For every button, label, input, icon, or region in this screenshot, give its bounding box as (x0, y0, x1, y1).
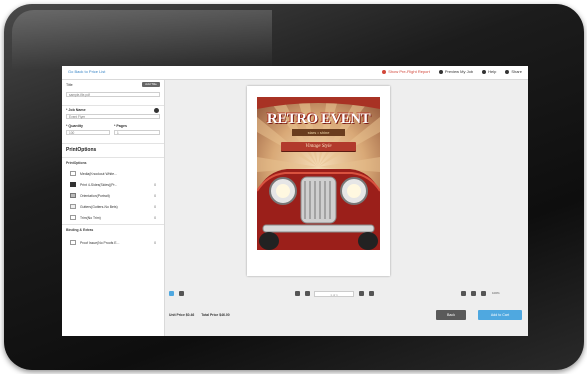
pages-label: * Pages (114, 124, 127, 128)
divider (62, 157, 164, 158)
top-links: Show Pre-Flight Report Preview My Job He… (382, 69, 522, 74)
poster-title: RETRO EVENT (266, 111, 371, 127)
total-price: Total Price $46.00 (201, 313, 230, 317)
divider (62, 224, 164, 225)
binding-subheader: Binding & Extras (66, 228, 94, 232)
help-icon (482, 69, 487, 74)
tablet-screen: Go Back to Price List Show Pre-Flight Re… (62, 66, 528, 336)
banner-text: Vintage Style (305, 144, 332, 149)
price-summary: Unit Price $0.46 Total Price $46.00 (169, 313, 236, 317)
printoptions-header: PrintOptions (66, 147, 97, 153)
add-to-cart-button[interactable]: Add to Cart (478, 310, 522, 320)
canvas-toolbar: 1 of 1 100% (165, 290, 528, 300)
share-icon (505, 69, 510, 74)
file-name-field[interactable]: sample-file.pdf (66, 92, 160, 97)
info-icon (154, 108, 159, 113)
footer-bar: Unit Price $0.46 Total Price $46.00 Back… (165, 306, 528, 336)
title-section: Title Add Title sample-file.pdf (62, 80, 164, 106)
top-bar: Go Back to Price List Show Pre-Flight Re… (62, 66, 528, 80)
share-link[interactable]: Share (505, 69, 522, 74)
search-icon (438, 69, 443, 74)
option-row-proof[interactable]: Proof Issue(No Proofs E... 0 (70, 238, 160, 247)
preview-job-link[interactable]: Preview My Job (438, 69, 473, 74)
page-indicator[interactable]: 1 of 1 (314, 291, 354, 297)
option-label: Proof Issue(No Proofs E... (80, 240, 120, 245)
tablet-glare (12, 10, 272, 70)
trim-icon (70, 215, 76, 220)
job-section: * Job Name Event Flyer * Quantity * Page… (62, 105, 164, 144)
job-name-label: * Job Name (66, 108, 86, 112)
option-row-orientation[interactable]: Orientation(Portrait) 0 (70, 191, 160, 200)
option-count: 0 (154, 204, 156, 209)
orientation-icon (70, 193, 76, 198)
last-page-icon[interactable] (369, 291, 374, 296)
title-label: Title (66, 83, 73, 87)
option-count: 0 (154, 215, 156, 220)
option-label: Trim(No Trim) (80, 215, 101, 220)
preview-canvas: RETRO EVENT stars • shine Vintage Style (165, 80, 528, 336)
vintage-car-illustration (257, 169, 380, 250)
spread-view-icon[interactable] (179, 291, 184, 296)
pages-field[interactable]: 1 (114, 130, 160, 135)
document-page: RETRO EVENT stars • shine Vintage Style (247, 86, 390, 276)
option-label: Print 4-Sides(Sides)(Pr... (80, 182, 118, 187)
single-page-view-icon[interactable] (169, 291, 174, 296)
option-count: 0 (154, 182, 156, 187)
option-count: 0 (154, 240, 156, 245)
media-thumbnail (70, 171, 76, 176)
quantity-label: * Quantity (66, 124, 83, 128)
back-link[interactable]: Go Back to Price List (68, 69, 105, 74)
warning-icon (382, 69, 387, 74)
first-page-icon[interactable] (295, 291, 300, 296)
next-page-icon[interactable] (359, 291, 364, 296)
prev-page-icon[interactable] (305, 291, 310, 296)
option-row-gutters[interactable]: Gutters(Gutters-No Bets) 0 (70, 202, 160, 211)
option-label: Media(Knockout White... (80, 171, 117, 176)
sides-icon (70, 182, 76, 187)
back-button[interactable]: Back (436, 310, 466, 320)
option-label: Orientation(Portrait) (80, 193, 110, 198)
option-count: 0 (154, 193, 156, 198)
ribbon-text: stars • shine (307, 130, 330, 135)
zoom-level: 100% (492, 291, 500, 295)
job-name-field[interactable]: Event Flyer (66, 114, 160, 119)
option-row-trim[interactable]: Trim(No Trim) 0 (70, 213, 160, 222)
option-label: Gutters(Gutters-No Bets) (80, 204, 118, 209)
event-poster: RETRO EVENT stars • shine Vintage Style (257, 97, 380, 250)
add-title-button[interactable]: Add Title (142, 82, 160, 87)
gutters-icon (70, 204, 76, 209)
help-link[interactable]: Help (482, 69, 496, 74)
option-row-media[interactable]: Media(Knockout White... (70, 169, 160, 178)
unit-price: Unit Price $0.46 (169, 313, 195, 317)
proof-icon (70, 240, 76, 245)
quantity-field[interactable]: 100 (66, 130, 110, 135)
printoptions-subheader: PrintOptions (66, 161, 87, 165)
fit-page-icon[interactable] (481, 291, 486, 296)
poster-ribbon: stars • shine (292, 129, 345, 136)
preflight-report-link[interactable]: Show Pre-Flight Report (382, 69, 430, 74)
options-sidebar: Title Add Title sample-file.pdf * Job Na… (62, 80, 165, 336)
poster-banner: Vintage Style (281, 142, 356, 151)
zoom-in-icon[interactable] (461, 291, 466, 296)
option-row-sides[interactable]: Print 4-Sides(Sides)(Pr... 0 (70, 180, 160, 189)
zoom-out-icon[interactable] (471, 291, 476, 296)
